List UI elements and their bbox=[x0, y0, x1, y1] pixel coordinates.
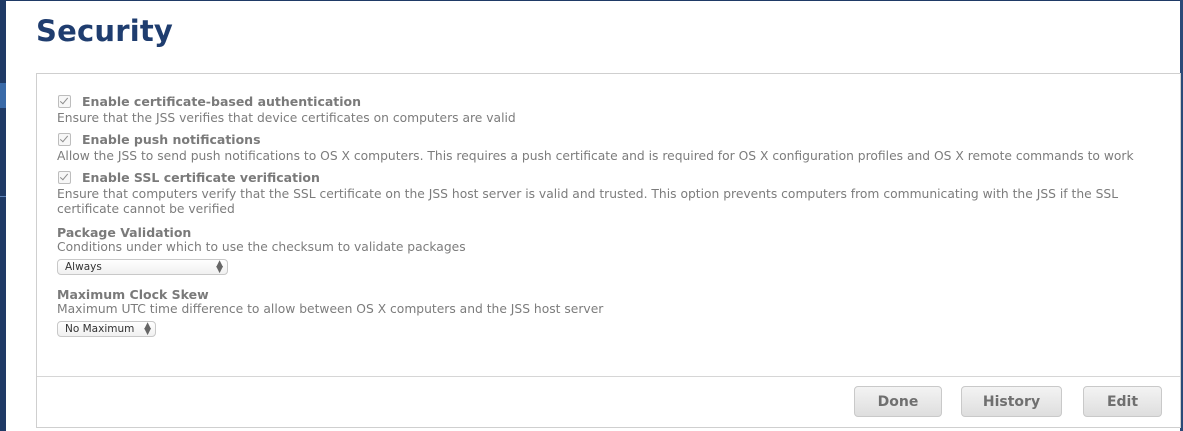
history-button[interactable]: History bbox=[961, 386, 1062, 417]
package-validation-select[interactable]: Always ▲ ▼ bbox=[57, 259, 228, 275]
package-validation-description: Conditions under which to use the checks… bbox=[57, 240, 466, 254]
sidebar-divider bbox=[0, 196, 6, 197]
sidebar-selected-indicator bbox=[0, 83, 6, 108]
clock-skew-value: No Maximum bbox=[65, 323, 135, 335]
setting-ssl: Enable SSL certificate verification Ensu… bbox=[57, 168, 1174, 217]
push-label: Enable push notifications bbox=[82, 132, 261, 147]
done-button[interactable]: Done bbox=[854, 386, 942, 417]
cert-auth-checkbox-icon[interactable] bbox=[58, 95, 71, 108]
sidebar-edge bbox=[0, 0, 6, 431]
top-border bbox=[6, 0, 1180, 1]
ssl-description: Ensure that computers verify that the SS… bbox=[57, 187, 1119, 216]
cert-auth-label: Enable certificate-based authentication bbox=[82, 94, 362, 109]
setting-clock-skew: Maximum Clock Skew Maximum UTC time diff… bbox=[57, 287, 1174, 337]
ssl-checkbox-icon[interactable] bbox=[58, 171, 71, 184]
package-validation-label: Package Validation bbox=[57, 225, 192, 240]
setting-cert-auth: Enable certificate-based authentication … bbox=[57, 92, 1174, 126]
package-validation-value: Always bbox=[65, 261, 102, 273]
up-down-arrows-icon: ▲ ▼ bbox=[216, 259, 223, 275]
up-down-arrows-icon: ▲ ▼ bbox=[144, 321, 151, 337]
clock-skew-label: Maximum Clock Skew bbox=[57, 287, 209, 302]
edit-button[interactable]: Edit bbox=[1083, 386, 1162, 417]
clock-skew-select[interactable]: No Maximum ▲ ▼ bbox=[57, 321, 156, 337]
push-description: Allow the JSS to send push notifications… bbox=[57, 149, 1134, 163]
settings-panel: Enable certificate-based authentication … bbox=[36, 73, 1181, 428]
setting-package-validation: Package Validation Conditions under whic… bbox=[57, 225, 1174, 275]
cert-auth-description: Ensure that the JSS verifies that device… bbox=[57, 111, 516, 125]
ssl-label: Enable SSL certificate verification bbox=[82, 170, 320, 185]
setting-push: Enable push notifications Allow the JSS … bbox=[57, 130, 1174, 164]
clock-skew-description: Maximum UTC time difference to allow bet… bbox=[57, 302, 604, 316]
settings-content: Enable certificate-based authentication … bbox=[57, 92, 1174, 337]
push-checkbox-icon[interactable] bbox=[58, 133, 71, 146]
page-title: Security bbox=[36, 14, 173, 48]
